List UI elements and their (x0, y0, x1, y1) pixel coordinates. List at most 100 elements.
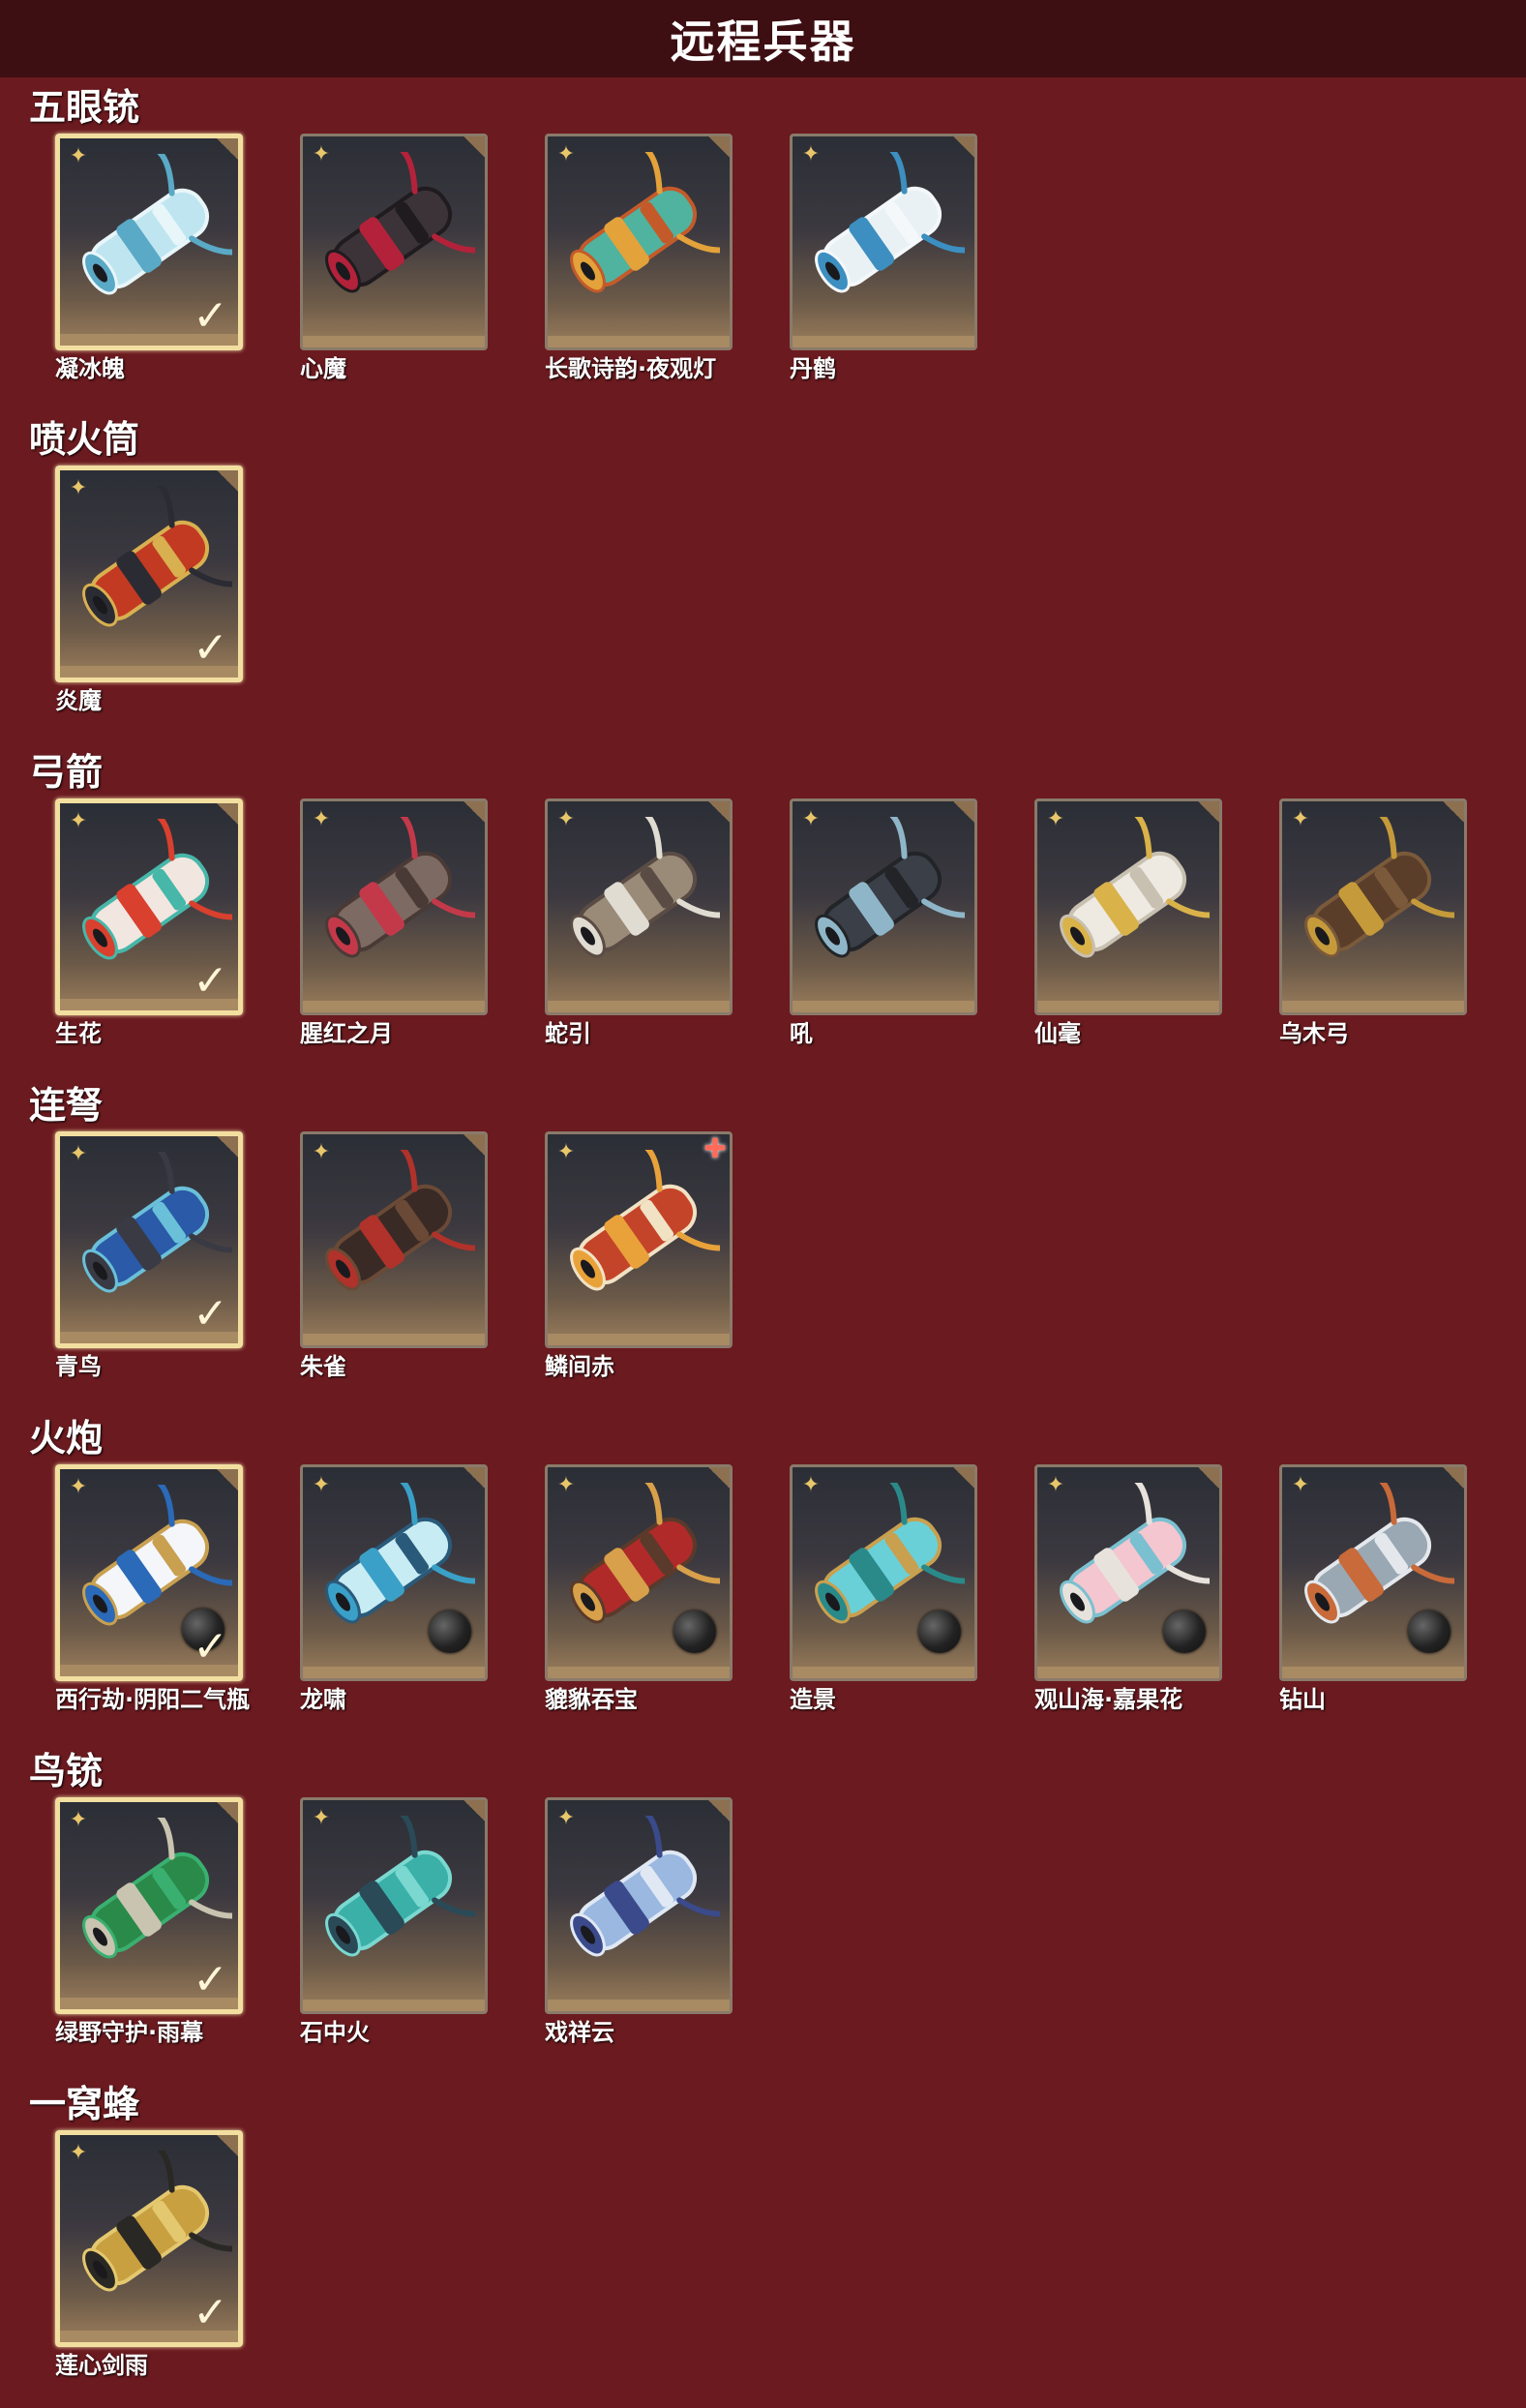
weapon-illustration (325, 1150, 475, 1291)
weapon-name: 腥红之月 (300, 1020, 393, 1047)
weapon-card[interactable]: ✦ 乌木弓 (1279, 798, 1467, 1048)
weapon-name: 莲心剑雨 (55, 2352, 148, 2379)
weapon-card[interactable]: ✦ 观山海·嘉果花 (1034, 1464, 1222, 1714)
weapon-thumbnail[interactable]: ✦ ✓ (55, 1464, 243, 1681)
owned-check-icon: ✓ (193, 956, 228, 1006)
weapon-thumbnail[interactable]: ✦ (1034, 798, 1222, 1015)
corner-tab-icon (217, 2135, 238, 2156)
weapon-thumbnail[interactable]: ✦ (545, 798, 733, 1015)
weapon-name: 青鸟 (55, 1353, 102, 1380)
star-icon: ✦ (312, 1473, 331, 1497)
star-icon: ✦ (312, 142, 331, 166)
weapon-thumbnail[interactable]: ✦ ✓ (55, 798, 243, 1015)
corner-tab-icon (953, 801, 974, 823)
weapon-name: 乌木弓 (1279, 1020, 1349, 1047)
weapon-thumbnail[interactable]: ✦ (1279, 1464, 1467, 1681)
star-icon: ✦ (69, 2141, 88, 2165)
section-title: 喷火筒 (29, 418, 140, 461)
weapon-illustration (570, 152, 720, 293)
weapon-card[interactable]: ✦ 戏祥云 (545, 1797, 733, 2047)
weapon-card[interactable]: ✦ ✚ 鳞间赤 (545, 1131, 733, 1381)
corner-tab-icon (953, 136, 974, 158)
weapon-thumbnail[interactable]: ✦ (300, 1131, 488, 1348)
owned-check-icon: ✓ (193, 291, 228, 341)
weapon-thumbnail[interactable]: ✦ ✓ (55, 1131, 243, 1348)
weapon-card[interactable]: ✦ 丹鹤 (790, 134, 977, 383)
star-icon: ✦ (801, 807, 821, 831)
weapon-thumbnail[interactable]: ✦ (300, 1797, 488, 2014)
weapon-illustration (325, 1816, 475, 1957)
weapon-name: 绿野守护·雨幕 (55, 2019, 204, 2046)
weapon-card[interactable]: ✦ 蛇引 (545, 798, 733, 1048)
weapon-name: 鳞间赤 (545, 1353, 614, 1380)
weapon-name: 仙毫 (1034, 1020, 1081, 1047)
weapon-card[interactable]: ✦ 造景 (790, 1464, 977, 1714)
weapon-card[interactable]: ✦ 朱雀 (300, 1131, 488, 1381)
star-icon: ✦ (556, 1473, 576, 1497)
weapon-thumbnail[interactable]: ✦ (300, 798, 488, 1015)
weapon-illustration (570, 1150, 720, 1291)
weapon-thumbnail[interactable]: ✦ (300, 1464, 488, 1681)
weapon-card[interactable]: ✦ ✓ 青鸟 (55, 1131, 243, 1381)
owned-check-icon: ✓ (193, 2288, 228, 2337)
weapon-thumbnail[interactable]: ✦ ✚ (545, 1131, 733, 1348)
weapon-name: 长歌诗韵·夜观灯 (545, 355, 717, 382)
weapon-illustration (325, 152, 475, 293)
weapon-thumbnail[interactable]: ✦ (545, 1464, 733, 1681)
weapon-name: 西行劫·阴阳二气瓶 (55, 1686, 251, 1713)
weapon-card[interactable]: ✦ 吼 (790, 798, 977, 1048)
weapon-name: 钻山 (1279, 1686, 1326, 1713)
weapon-name: 戏祥云 (545, 2019, 614, 2046)
corner-tab-icon (708, 136, 730, 158)
weapon-card[interactable]: ✦ 心魔 (300, 134, 488, 383)
corner-tab-icon (217, 138, 238, 160)
weapon-name: 龙啸 (300, 1686, 346, 1713)
star-icon: ✦ (69, 476, 88, 500)
weapon-thumbnail[interactable]: ✦ (1279, 798, 1467, 1015)
weapon-card[interactable]: ✦ ✓ 绿野守护·雨幕 (55, 1797, 243, 2047)
weapon-thumbnail[interactable]: ✦ (790, 1464, 977, 1681)
star-icon: ✦ (1046, 807, 1065, 831)
weapon-card[interactable]: ✦ 长歌诗韵·夜观灯 (545, 134, 733, 383)
weapon-name: 朱雀 (300, 1353, 346, 1380)
corner-tab-icon (217, 1469, 238, 1490)
owned-check-icon: ✓ (193, 1289, 228, 1339)
weapon-thumbnail[interactable]: ✦ ✓ (55, 1797, 243, 2014)
weapon-name: 丹鹤 (790, 355, 836, 382)
corner-tab-icon (708, 801, 730, 823)
section-title: 连弩 (29, 1084, 104, 1127)
weapon-thumbnail[interactable]: ✦ (300, 134, 488, 350)
weapon-card[interactable]: ✦ 腥红之月 (300, 798, 488, 1048)
weapon-card[interactable]: ✦ 仙毫 (1034, 798, 1222, 1048)
section-title: 一窝蜂 (29, 2083, 140, 2125)
weapon-thumbnail[interactable]: ✦ (790, 134, 977, 350)
weapon-card[interactable]: ✦ ✓ 凝冰魄 (55, 134, 243, 383)
weapon-card[interactable]: ✦ 石中火 (300, 1797, 488, 2047)
weapon-thumbnail[interactable]: ✦ ✓ (55, 134, 243, 350)
weapon-thumbnail[interactable]: ✦ (1034, 1464, 1222, 1681)
star-icon: ✦ (312, 807, 331, 831)
owned-check-icon: ✓ (193, 1622, 228, 1671)
weapon-card[interactable]: ✦ 貔貅吞宝 (545, 1464, 733, 1714)
weapon-card[interactable]: ✦ 钻山 (1279, 1464, 1467, 1714)
star-icon: ✦ (556, 142, 576, 166)
weapon-thumbnail[interactable]: ✦ ✓ (55, 2130, 243, 2347)
weapon-card[interactable]: ✦ 龙啸 (300, 1464, 488, 1714)
section-title: 鸟铳 (29, 1750, 104, 1792)
weapon-thumbnail[interactable]: ✦ (790, 798, 977, 1015)
weapon-thumbnail[interactable]: ✦ ✓ (55, 466, 243, 682)
corner-tab-icon (464, 1134, 485, 1156)
page-title: 远程兵器 (670, 15, 856, 68)
weapon-name: 石中火 (300, 2019, 370, 2046)
page-title-bar: 远程兵器 (0, 0, 1526, 77)
corner-tab-icon (464, 1800, 485, 1821)
weapon-illustration (815, 817, 965, 958)
weapon-card[interactable]: ✦ ✓ 莲心剑雨 (55, 2130, 243, 2380)
weapon-card[interactable]: ✦ ✓ 生花 (55, 798, 243, 1048)
weapon-card[interactable]: ✦ ✓ 炎魔 (55, 466, 243, 715)
weapon-illustration (1304, 817, 1454, 958)
section-title: 弓箭 (29, 751, 104, 794)
weapon-card[interactable]: ✦ ✓ 西行劫·阴阳二气瓶 (55, 1464, 251, 1714)
weapon-thumbnail[interactable]: ✦ (545, 134, 733, 350)
weapon-thumbnail[interactable]: ✦ (545, 1797, 733, 2014)
